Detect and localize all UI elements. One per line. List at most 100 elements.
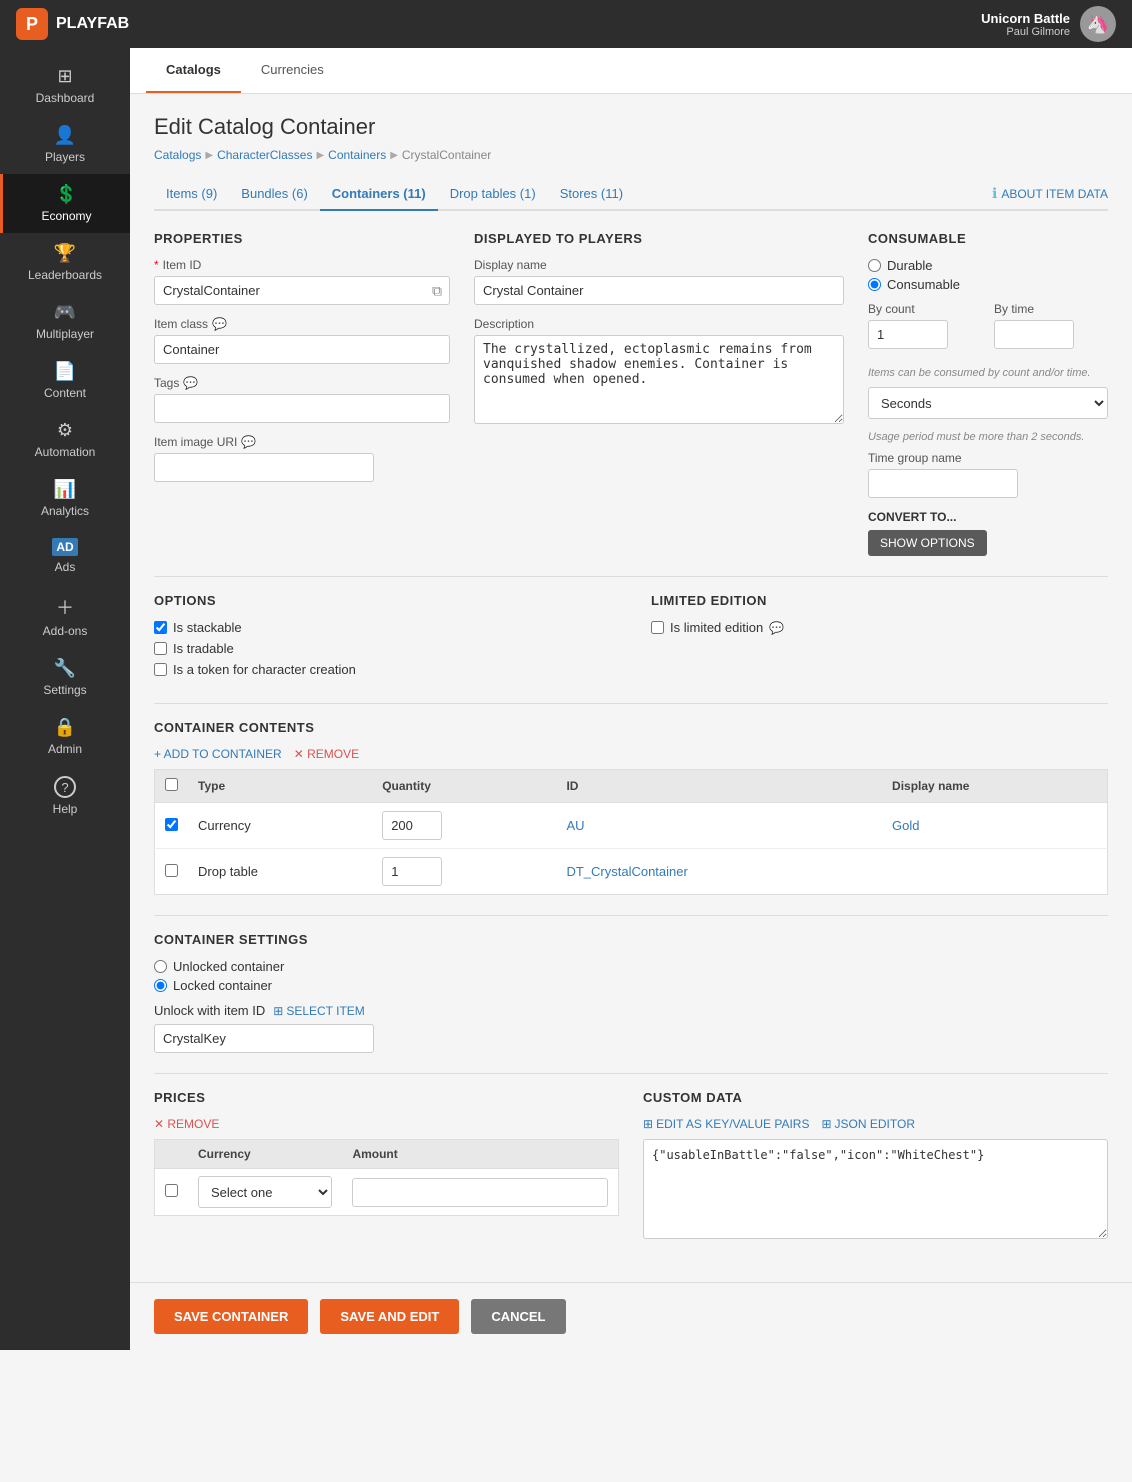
sidebar-item-help[interactable]: ? Help [0, 766, 130, 826]
image-uri-comment-icon[interactable]: 💬 [241, 435, 256, 449]
table-row: Drop table DT_CrystalContainer [155, 849, 1108, 895]
divider-2 [154, 703, 1108, 704]
tradable-checkbox[interactable] [154, 642, 167, 655]
prices-title: PRICES [154, 1090, 619, 1105]
description-label: Description [474, 317, 844, 331]
sidebar-item-settings[interactable]: 🔧 Settings [0, 648, 130, 707]
row1-id: AU [556, 803, 882, 849]
sidebar-item-players[interactable]: 👤 Players [0, 115, 130, 174]
add-to-container-button[interactable]: + ADD TO CONTAINER [154, 747, 282, 761]
breadcrumb-catalogs[interactable]: Catalogs [154, 148, 201, 162]
ads-icon: AD [52, 538, 77, 556]
sidebar-item-content[interactable]: 📄 Content [0, 351, 130, 410]
breadcrumb-containers[interactable]: Containers [328, 148, 386, 162]
custom-data-textarea[interactable]: {"usableInBattle":"false","icon":"WhiteC… [643, 1139, 1108, 1239]
grid-kv-icon: ⊞ [643, 1117, 653, 1131]
consumable-radio[interactable] [868, 278, 881, 291]
tags-input[interactable] [154, 394, 450, 423]
time-unit-select[interactable]: Seconds Minutes Hours Days [868, 387, 1108, 419]
by-count-input[interactable] [868, 320, 948, 349]
select-item-link[interactable]: ⊞ SELECT ITEM [273, 1004, 365, 1018]
container-settings-title: CONTAINER SETTINGS [154, 932, 1108, 947]
edit-kv-link[interactable]: ⊞ EDIT AS KEY/VALUE PAIRS [643, 1117, 809, 1131]
limited-edition-checkbox[interactable] [651, 621, 664, 634]
stackable-checkbox[interactable] [154, 621, 167, 634]
select-all-checkbox[interactable] [165, 778, 178, 791]
cancel-button[interactable]: CANCEL [471, 1299, 565, 1334]
sub-tab-bundles[interactable]: Bundles (6) [229, 178, 319, 211]
sidebar-item-dashboard[interactable]: ⊞ Dashboard [0, 56, 130, 115]
sidebar-item-ads[interactable]: AD Ads [0, 528, 130, 584]
price-currency-select[interactable]: Select one [198, 1176, 332, 1208]
sidebar-item-admin[interactable]: 🔒 Admin [0, 707, 130, 766]
top-form-row: PROPERTIES * Item ID ⧉ Item cla [154, 231, 1108, 556]
tradable-checkbox-item[interactable]: Is tradable [154, 641, 611, 656]
copy-icon[interactable]: ⧉ [432, 282, 442, 299]
durable-radio-item[interactable]: Durable [868, 258, 1108, 273]
row1-display-name-link[interactable]: Gold [892, 818, 919, 833]
item-id-input[interactable] [154, 276, 450, 305]
image-uri-input[interactable] [154, 453, 374, 482]
row1-id-link[interactable]: AU [566, 818, 584, 833]
sidebar-item-multiplayer[interactable]: 🎮 Multiplayer [0, 292, 130, 351]
sub-tab-drop-tables[interactable]: Drop tables (1) [438, 178, 548, 211]
remove-from-container-button[interactable]: ✕ REMOVE [294, 747, 359, 761]
row2-checkbox[interactable] [165, 864, 178, 877]
durable-radio[interactable] [868, 259, 881, 272]
stackable-checkbox-item[interactable]: Is stackable [154, 620, 611, 635]
item-class-input[interactable] [154, 335, 450, 364]
item-class-comment-icon[interactable]: 💬 [212, 317, 227, 331]
unlocked-radio-item[interactable]: Unlocked container [154, 959, 1108, 974]
sidebar-item-leaderboards[interactable]: 🏆 Leaderboards [0, 233, 130, 292]
sub-tab-containers[interactable]: Containers (11) [320, 178, 438, 211]
sidebar-item-automation[interactable]: ⚙ Automation [0, 410, 130, 469]
limited-edition-checkbox-item[interactable]: Is limited edition 💬 [651, 620, 1108, 635]
token-checkbox-item[interactable]: Is a token for character creation [154, 662, 611, 677]
unlock-item-id-input[interactable] [154, 1024, 374, 1053]
sidebar-item-analytics[interactable]: 📊 Analytics [0, 469, 130, 528]
locked-radio-item[interactable]: Locked container [154, 978, 1108, 993]
sidebar-item-addons[interactable]: ＋ Add-ons [0, 584, 130, 648]
avatar[interactable]: 🦄 [1080, 6, 1116, 42]
row2-quantity-input[interactable] [382, 857, 442, 886]
breadcrumb-character-classes[interactable]: CharacterClasses [217, 148, 312, 162]
show-options-button[interactable]: SHOW OPTIONS [868, 530, 987, 556]
consumable-radio-item[interactable]: Consumable [868, 277, 1108, 292]
tags-group: Tags 💬 [154, 376, 450, 423]
row1-quantity [372, 803, 556, 849]
price-row1-checkbox[interactable] [165, 1184, 178, 1197]
limited-edition-title: LIMITED EDITION [651, 593, 1108, 608]
by-time-input[interactable] [994, 320, 1074, 349]
unlocked-radio[interactable] [154, 960, 167, 973]
sidebar-item-economy[interactable]: 💲 Economy [0, 174, 130, 233]
sub-tab-items[interactable]: Items (9) [154, 178, 229, 211]
token-checkbox[interactable] [154, 663, 167, 676]
sidebar-label-leaderboards: Leaderboards [28, 268, 102, 282]
time-group-name-input[interactable] [868, 469, 1018, 498]
settings-icon: 🔧 [54, 658, 76, 679]
admin-icon: 🔒 [54, 717, 76, 738]
limited-comment-icon[interactable]: 💬 [769, 621, 784, 635]
row1-checkbox[interactable] [165, 818, 178, 831]
footer-bar: SAVE CONTAINER SAVE AND EDIT CANCEL [130, 1282, 1132, 1350]
row2-id-link[interactable]: DT_CrystalContainer [566, 864, 687, 879]
help-icon: ? [54, 776, 76, 798]
prices-header-amount: Amount [342, 1140, 618, 1169]
save-and-edit-button[interactable]: SAVE AND EDIT [320, 1299, 459, 1334]
locked-radio[interactable] [154, 979, 167, 992]
tab-catalogs[interactable]: Catalogs [146, 48, 241, 93]
display-name-input[interactable] [474, 276, 844, 305]
tags-comment-icon[interactable]: 💬 [183, 376, 198, 390]
price-amount-input[interactable] [352, 1178, 608, 1207]
json-editor-link[interactable]: ⊞ JSON EDITOR [821, 1117, 915, 1131]
row1-quantity-input[interactable] [382, 811, 442, 840]
save-container-button[interactable]: SAVE CONTAINER [154, 1299, 308, 1334]
prices-header-currency: Currency [188, 1140, 342, 1169]
by-count-time-row: By count By time [868, 302, 1108, 361]
tab-currencies[interactable]: Currencies [241, 48, 344, 93]
description-textarea[interactable]: The crystallized, ectoplasmic remains fr… [474, 335, 844, 424]
container-lock-radio-group: Unlocked container Locked container [154, 959, 1108, 993]
sub-tab-stores[interactable]: Stores (11) [548, 178, 635, 211]
about-item-data[interactable]: ℹ ABOUT ITEM DATA [992, 185, 1108, 202]
prices-remove-button[interactable]: ✕ REMOVE [154, 1117, 219, 1131]
